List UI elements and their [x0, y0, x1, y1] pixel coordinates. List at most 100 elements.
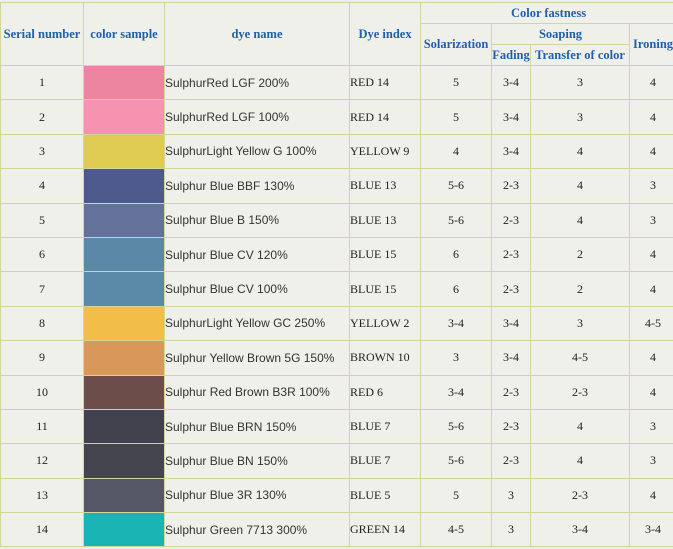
dye-name-cell: Sulphur Blue BBF 130% [164, 168, 350, 204]
solarization-cell: 5-6 [420, 168, 492, 204]
solarization-cell: 5-6 [420, 408, 492, 445]
table-row: 10 Sulphur Red Brown B3R 100% RED 6 3-4 2-3 2… [0, 374, 673, 410]
color-sample-cell [83, 340, 165, 376]
table-row: 1 SulphurRed LGF 200% RED 14 5 3-4 3 4 [0, 64, 673, 101]
solarization-cell: 6 [420, 271, 492, 307]
color-sample-cell [83, 168, 165, 204]
color-sample-cell [83, 374, 165, 410]
transfer-of-color-cell: 3 [530, 64, 630, 101]
fading-cell: 3 [491, 477, 531, 514]
transfer-of-color-cell: 4 [530, 443, 630, 479]
fading-cell: 2-3 [491, 443, 531, 479]
ironing-cell: 4 [629, 64, 673, 101]
dye-index-cell: GREEN 14 [349, 512, 421, 548]
fading-cell: 3-4 [491, 133, 531, 170]
solarization-cell: 4-5 [420, 512, 492, 548]
solarization-cell: 3-4 [420, 374, 492, 410]
color-swatch [84, 444, 164, 478]
color-swatch [84, 204, 164, 237]
dye-name-cell: Sulphur Red Brown B3R 100% [164, 374, 350, 410]
transfer-of-color-cell: 3-4 [530, 512, 630, 548]
fading-cell: 3 [491, 512, 531, 548]
color-swatch [84, 341, 164, 375]
fading-cell: 2-3 [491, 374, 531, 410]
serial-cell: 13 [0, 477, 84, 514]
header-color-fastness: Color fastness [420, 2, 673, 24]
ironing-cell: 4 [629, 477, 673, 514]
color-swatch [84, 66, 164, 99]
dye-name-cell: Sulphur Blue B 150% [164, 202, 350, 238]
dye-index-cell: BLUE 7 [349, 443, 421, 479]
ironing-cell: 4 [629, 374, 673, 410]
serial-cell: 8 [0, 305, 84, 342]
color-sample-cell [83, 408, 165, 445]
color-swatch [84, 169, 164, 203]
ironing-cell: 4 [629, 271, 673, 307]
dye-name-cell: Sulphur Blue BN 150% [164, 443, 350, 479]
table-row: 14 Sulphur Green 7713 300% GREEN 14 4-5 3 3-4… [0, 512, 673, 548]
dye-name-cell: Sulphur Blue BRN 150% [164, 408, 350, 445]
header-dye-name: dye name [164, 2, 350, 66]
transfer-of-color-cell: 4-5 [530, 340, 630, 376]
table-row: 4 Sulphur Blue BBF 130% BLUE 13 5-6 2-3 4 3 [0, 168, 673, 204]
header-transfer-of-color: Transfer of color [530, 44, 630, 66]
serial-cell: 4 [0, 168, 84, 204]
header-fading: Fading [491, 44, 531, 66]
header-dye-index: Dye index [349, 2, 421, 66]
solarization-cell: 5-6 [420, 443, 492, 479]
color-sample-cell [83, 477, 165, 514]
fading-cell: 3-4 [491, 64, 531, 101]
serial-cell: 6 [0, 236, 84, 273]
header-color-sample: color sample [83, 2, 165, 66]
dye-name-cell: Sulphur Blue CV 120% [164, 236, 350, 273]
solarization-cell: 3 [420, 340, 492, 376]
table-row: 5 Sulphur Blue B 150% BLUE 13 5-6 2-3 4 3 [0, 202, 673, 238]
color-swatch [84, 307, 164, 340]
fading-cell: 2-3 [491, 202, 531, 238]
ironing-cell: 4 [629, 340, 673, 376]
color-sample-cell [83, 443, 165, 479]
color-swatch [84, 100, 164, 134]
ironing-cell: 3-4 [629, 512, 673, 548]
transfer-of-color-cell: 4 [530, 133, 630, 170]
dye-index-cell: BLUE 15 [349, 236, 421, 273]
solarization-cell: 5-6 [420, 202, 492, 238]
color-sample-cell [83, 202, 165, 238]
dye-index-cell: RED 6 [349, 374, 421, 410]
ironing-cell: 3 [629, 443, 673, 479]
table-row: 13 Sulphur Blue 3R 130% BLUE 5 5 3 2-3 4 [0, 477, 673, 514]
fading-cell: 2-3 [491, 408, 531, 445]
serial-cell: 9 [0, 340, 84, 376]
transfer-of-color-cell: 3 [530, 99, 630, 135]
table-row: 9 Sulphur Yellow Brown 5G 150% BROWN 10 3 3-… [0, 340, 673, 376]
transfer-of-color-cell: 4 [530, 168, 630, 204]
ironing-cell: 4 [629, 133, 673, 170]
color-swatch [84, 376, 164, 409]
fading-cell: 3-4 [491, 99, 531, 135]
dye-index-cell: BLUE 15 [349, 271, 421, 307]
serial-cell: 2 [0, 99, 84, 135]
solarization-cell: 5 [420, 99, 492, 135]
solarization-cell: 4 [420, 133, 492, 170]
serial-cell: 7 [0, 271, 84, 307]
transfer-of-color-cell: 3 [530, 305, 630, 342]
transfer-of-color-cell: 2-3 [530, 477, 630, 514]
serial-cell: 12 [0, 443, 84, 479]
dye-index-cell: RED 14 [349, 64, 421, 101]
ironing-cell: 3 [629, 202, 673, 238]
ironing-cell: 3 [629, 168, 673, 204]
table-row: 8 SulphurLight Yellow GC 250% YELLOW 2 3-4 3… [0, 305, 673, 342]
ironing-cell: 3 [629, 408, 673, 445]
table-row: 3 SulphurLight Yellow G 100% YELLOW 9 4 3-4 4… [0, 133, 673, 170]
dye-index-cell: RED 14 [349, 99, 421, 135]
table-row: 2 SulphurRed LGF 100% RED 14 5 3-4 3 4 [0, 99, 673, 135]
dye-fastness-table: Serial number color sample dye name Dye … [0, 2, 673, 548]
color-sample-cell [83, 305, 165, 342]
color-swatch [84, 410, 164, 443]
dye-name-cell: SulphurRed LGF 100% [164, 99, 350, 135]
fading-cell: 2-3 [491, 236, 531, 273]
serial-cell: 14 [0, 512, 84, 548]
dye-index-cell: BROWN 10 [349, 340, 421, 376]
color-swatch [84, 135, 164, 168]
dye-name-cell: Sulphur Green 7713 300% [164, 512, 350, 548]
